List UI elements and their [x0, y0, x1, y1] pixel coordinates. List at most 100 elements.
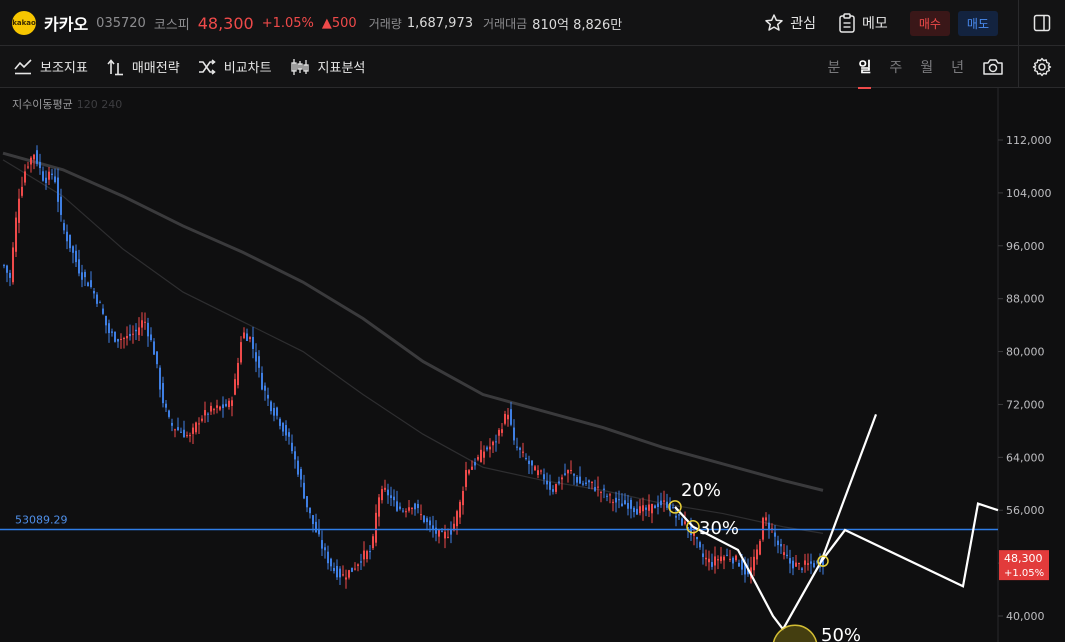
candle-body: [330, 558, 332, 567]
y-tick-label: 96,000: [1006, 240, 1045, 253]
analysis-button[interactable]: 지표분석: [290, 57, 366, 76]
candle-body: [258, 356, 260, 368]
candle-body: [126, 336, 128, 339]
candle-body: [786, 554, 788, 557]
candle-body: [585, 482, 587, 485]
candle-body: [369, 551, 371, 553]
strategy-label: 매매전략: [131, 61, 180, 76]
candle-body: [270, 401, 272, 412]
candle-body: [603, 488, 605, 490]
candle-body: [135, 329, 137, 332]
sell-button[interactable]: 매도: [957, 10, 998, 36]
candle-body: [384, 487, 386, 490]
candle-body: [168, 410, 170, 417]
period-day-tab[interactable]: 일: [858, 57, 871, 89]
strategy-button[interactable]: 매매전략: [106, 57, 180, 76]
candle-body: [423, 515, 425, 523]
candle-body: [708, 558, 710, 563]
candle-body: [429, 520, 431, 526]
period-month-tab[interactable]: 월: [920, 57, 933, 77]
candle-body: [780, 543, 782, 547]
buy-button[interactable]: 매수: [909, 10, 950, 36]
memo-label: 메모: [862, 16, 888, 32]
candle-body: [795, 562, 797, 567]
candle-body: [360, 561, 362, 563]
candle-body: [171, 422, 173, 426]
candle-body: [78, 259, 80, 274]
candle-body: [450, 529, 452, 535]
settings-button[interactable]: [1018, 46, 1065, 87]
candle-body: [696, 536, 698, 540]
candle-body: [180, 431, 182, 433]
candle-body: [435, 527, 437, 534]
candle-body: [267, 394, 269, 399]
candle-body: [459, 501, 461, 518]
market-name: 코스피: [153, 17, 190, 33]
candle-body: [174, 429, 176, 431]
candle-body: [162, 383, 164, 404]
screenshot-button[interactable]: [982, 58, 1004, 76]
candle-body: [753, 556, 755, 571]
memo-button[interactable]: 메모: [838, 13, 888, 33]
candle-body: [576, 477, 578, 483]
candle-body: [639, 506, 641, 514]
candle-body: [672, 507, 674, 509]
candle-body: [9, 272, 11, 278]
candle-body: [726, 554, 728, 556]
candle-body: [756, 549, 758, 560]
candle-body: [312, 515, 314, 525]
candle-body: [264, 385, 266, 391]
volume-label: 거래량: [368, 16, 402, 31]
stock-header: kakao 카카오 035720 코스피 48,300 +1.05% ▲500 …: [0, 0, 1065, 46]
candle-body: [684, 521, 686, 524]
candle-body: [177, 427, 179, 431]
candlestick-icon: [290, 58, 309, 75]
candle-body: [228, 400, 230, 408]
candle-body: [681, 518, 683, 526]
candle-body: [636, 508, 638, 515]
candle-body: [300, 469, 302, 480]
candle-body: [342, 574, 344, 576]
candle-body: [327, 551, 329, 564]
candle-body: [378, 497, 380, 517]
gear-icon: [1032, 57, 1052, 76]
candle-body: [255, 352, 257, 362]
candle-body: [447, 536, 449, 538]
candle-body: [120, 338, 122, 340]
candle-body: [627, 502, 629, 509]
compare-button[interactable]: 비교차트: [198, 57, 272, 76]
candle-body: [663, 500, 665, 502]
candle-body: [735, 555, 737, 561]
candle-body: [93, 290, 95, 294]
candle-body: [282, 422, 284, 432]
candle-body: [186, 435, 188, 437]
up-down-arrows-icon: [107, 58, 123, 75]
layout-toggle-button[interactable]: [1018, 0, 1065, 46]
price-chart[interactable]: 53089.29 20% 30% 50% 112,000 104,000 96,000 8…: [0, 88, 1065, 642]
candle-body: [18, 198, 20, 223]
candle-body: [414, 503, 416, 510]
candle-body: [216, 405, 218, 408]
candle-body: [399, 506, 401, 509]
candle-body: [252, 336, 254, 349]
candle-body: [309, 507, 311, 514]
period-minute-tab[interactable]: 분: [828, 57, 841, 77]
annotation-label: 50%: [821, 625, 861, 642]
candle-body: [723, 556, 725, 561]
watchlist-button[interactable]: 관심: [764, 13, 816, 33]
candle-body: [804, 560, 806, 565]
analysis-label: 지표분석: [317, 61, 366, 76]
candle-body: [210, 405, 212, 412]
candle-body: [207, 413, 209, 415]
candle-body: [531, 460, 533, 466]
y-tick-label: 112,000: [1006, 134, 1052, 147]
period-week-tab[interactable]: 주: [889, 57, 902, 77]
candle-body: [543, 474, 545, 480]
candle-body: [540, 470, 542, 472]
indicators-button[interactable]: 보조지표: [14, 57, 88, 76]
period-year-tab[interactable]: 년: [951, 57, 964, 77]
candle-body: [153, 341, 155, 355]
candle-body: [801, 568, 803, 570]
y-tick-label: 56,000: [1006, 504, 1045, 517]
candle-body: [288, 432, 290, 437]
